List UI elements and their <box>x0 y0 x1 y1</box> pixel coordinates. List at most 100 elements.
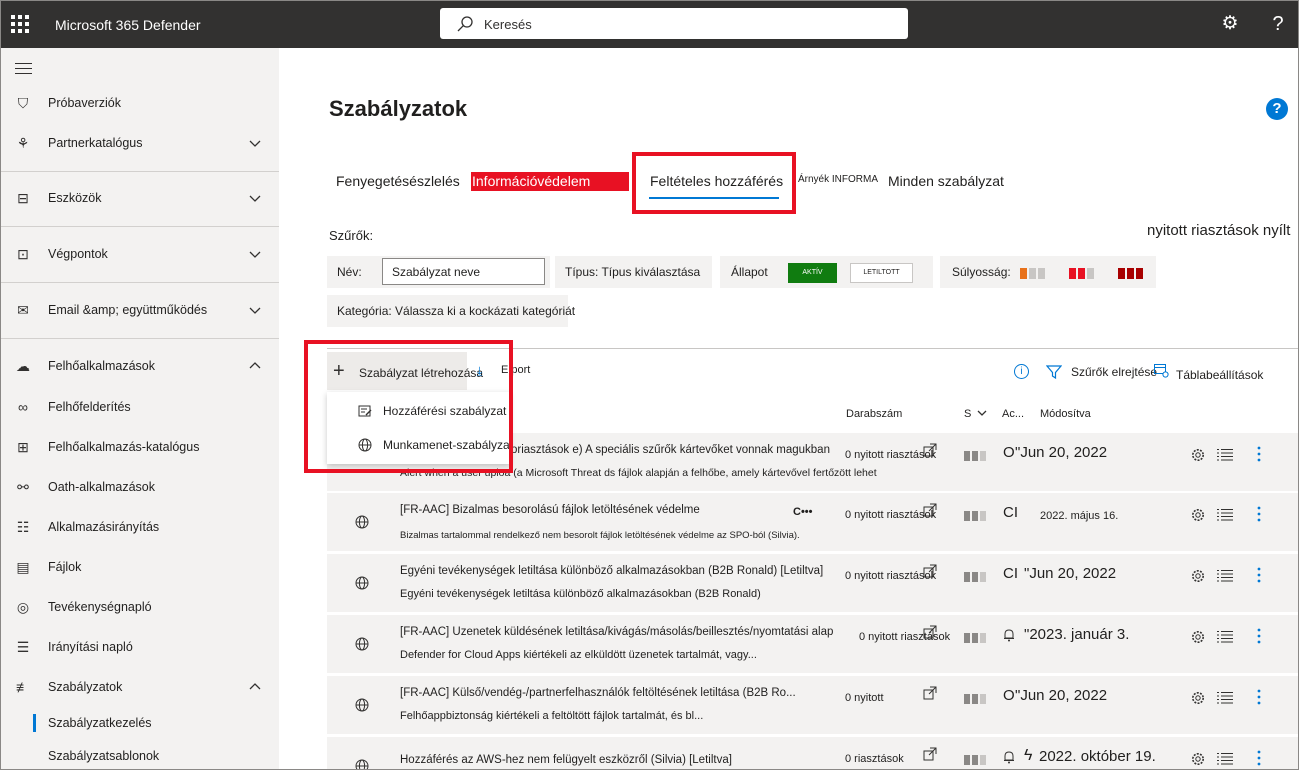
action-value: CI <box>1003 565 1018 582</box>
chevron-down-icon[interactable] <box>249 137 261 149</box>
menu-toggle-icon[interactable] <box>15 63 32 74</box>
sidebar-item-cloud-discovery[interactable]: ∞ Felhőfelderítés <box>1 387 279 427</box>
sidebar-item-policies[interactable]: ≢ Szabályzatok <box>1 667 279 707</box>
column-header-action[interactable]: Ac... <box>1002 408 1024 420</box>
help-circle-icon[interactable]: ? <box>1266 98 1288 120</box>
trial-icon: ⛉ <box>17 95 29 111</box>
column-header-count[interactable]: Darabszám <box>846 408 902 420</box>
more-options-icon[interactable] <box>1257 688 1261 706</box>
policy-title[interactable]: Egyéni tevékenységek letiltása különböző… <box>400 565 843 577</box>
list-icon[interactable] <box>1217 691 1233 704</box>
mail-icon: ✉ <box>17 302 29 318</box>
policy-title[interactable]: oriasztások e) A speciális szűrők kártev… <box>511 444 831 456</box>
sidebar-item-oauth-apps[interactable]: ⚯ Oath-alkalmazások <box>1 467 279 507</box>
open-alerts-link[interactable]: nyitott riasztások nyílt <box>1147 222 1290 239</box>
gear-icon[interactable] <box>1190 507 1206 523</box>
gear-icon[interactable] <box>1190 690 1206 706</box>
gear-icon[interactable] <box>1190 751 1206 767</box>
hide-filters-button[interactable]: Szűrők elrejtése <box>1071 365 1157 379</box>
list-icon[interactable] <box>1217 448 1233 461</box>
type-filter-label: Típus: Típus kiválasztása <box>565 265 701 279</box>
search-input[interactable]: Keresés <box>484 17 532 32</box>
table-settings-button[interactable]: Táblabeállítások <box>1176 368 1263 382</box>
clipboard-icon: ☰ <box>16 639 30 655</box>
more-options-icon[interactable] <box>1257 445 1261 463</box>
gear-icon[interactable] <box>1190 629 1206 645</box>
sidebar-item-governance-log[interactable]: ☰ Irányítási napló <box>1 627 279 667</box>
status-active-chip[interactable]: AKTÍV <box>788 263 837 283</box>
table-row[interactable]: Egyéni tevékenységek letiltása különböző… <box>327 554 1298 612</box>
policy-title[interactable]: [FR-AAC] Üzenetek küldésének letiltása/k… <box>400 626 860 638</box>
sidebar-item-cloud-app-catalog[interactable]: ⊞ Felhőalkalmazás-katalógus <box>1 427 279 467</box>
list-icon[interactable] <box>1217 508 1233 521</box>
sidebar-item-assets[interactable]: ⊟ Eszközök <box>1 178 279 218</box>
oauth-icon: ⚯ <box>17 479 29 495</box>
open-external-icon[interactable] <box>923 747 937 761</box>
gear-icon[interactable] <box>1190 447 1206 463</box>
open-external-icon[interactable] <box>923 443 937 457</box>
app-title: Microsoft 365 Defender <box>55 17 201 33</box>
list-icon[interactable] <box>1217 630 1233 643</box>
table-row[interactable]: [FR-AAC] Bizalmas besorolású fájlok letö… <box>327 493 1298 551</box>
governance-icon: ☷ <box>16 519 30 535</box>
category-filter[interactable]: Kategória: Válassza ki a kockázati kateg… <box>327 295 575 327</box>
open-external-icon[interactable] <box>923 686 937 700</box>
policy-title[interactable]: [FR-AAC] Külső/vendég-/partnerfelhasznál… <box>400 687 843 699</box>
open-external-icon[interactable] <box>923 564 937 578</box>
sidebar-item-app-governance[interactable]: ☷ Alkalmazásirányítás <box>1 507 279 547</box>
sidebar-subitem-policy-management[interactable]: Szabályzatkezelés <box>1 708 279 738</box>
chevron-down-icon[interactable] <box>249 248 261 260</box>
chevron-down-icon[interactable] <box>249 304 261 316</box>
help-icon[interactable]: ? <box>1269 12 1287 36</box>
open-alerts-count[interactable]: 0 nyitott <box>845 692 884 704</box>
sidebar-item-trials[interactable]: ⛉ Próbaverziók <box>1 83 279 123</box>
table-row[interactable]: [FR-AAC] Külső/vendég-/partnerfelhasznál… <box>327 676 1298 734</box>
search-box[interactable]: Keresés <box>440 8 908 39</box>
name-filter-input[interactable]: Szabályzat neve <box>382 258 545 285</box>
column-header-modified[interactable]: Módosítva <box>1040 408 1091 420</box>
more-options-icon[interactable] <box>1257 627 1261 645</box>
sidebar-item-partner-catalog[interactable]: ⚘ Partnerkatalógus <box>1 123 279 163</box>
list-icon[interactable] <box>1217 569 1233 582</box>
severity-medium-chip[interactable] <box>1069 268 1094 279</box>
sidebar-item-cloud-apps[interactable]: ☁ Felhőalkalmazások <box>1 346 279 386</box>
info-icon[interactable]: i <box>1014 364 1029 379</box>
more-options-icon[interactable] <box>1257 505 1261 523</box>
open-external-icon[interactable] <box>923 625 937 639</box>
severity-low-chip[interactable] <box>1020 268 1045 279</box>
sidebar-item-files[interactable]: ▤ Fájlok <box>1 547 279 587</box>
chevron-up-icon[interactable] <box>249 681 261 693</box>
table-settings-icon[interactable] <box>1154 364 1169 378</box>
column-header-severity[interactable]: S <box>964 408 971 420</box>
sidebar-subitem-policy-templates[interactable]: Szabályzatsablonok <box>1 741 279 769</box>
open-external-icon[interactable] <box>923 503 937 517</box>
sort-chevron-icon[interactable] <box>977 409 987 417</box>
chevron-up-icon[interactable] <box>249 360 261 372</box>
app-launcher-icon[interactable] <box>11 15 29 33</box>
filter-icon[interactable] <box>1046 364 1062 380</box>
settings-gear-icon[interactable]: ⚙ <box>1220 14 1240 34</box>
sidebar-item-endpoints[interactable]: ⊡ Végpontok <box>1 234 279 274</box>
chevron-down-icon[interactable] <box>249 192 261 204</box>
tab-shadow-it[interactable]: Árnyék INFORMA <box>798 174 878 185</box>
list-icon[interactable] <box>1217 752 1233 765</box>
more-options-icon[interactable] <box>1257 566 1261 584</box>
filters-label: Szűrők: <box>329 228 374 243</box>
table-row[interactable]: [FR-AAC] Üzenetek küldésének letiltása/k… <box>327 615 1298 673</box>
severity-high-chip[interactable] <box>1118 268 1143 279</box>
sidebar-item-activity-log[interactable]: ◎ Tevékenységnapló <box>1 587 279 627</box>
more-options-icon[interactable] <box>1257 749 1261 767</box>
tab-all-policies[interactable]: Minden szabályzat <box>888 173 1004 189</box>
globe-policy-icon <box>355 515 369 529</box>
type-filter[interactable]: Típus: Típus kiválasztása <box>555 256 712 288</box>
sidebar-item-email[interactable]: ✉ Email &amp; együttműködés <box>1 290 279 330</box>
tab-threat-detection[interactable]: Fenyegetésészlelés <box>336 173 460 189</box>
open-alerts-count[interactable]: 0 riasztások <box>845 753 904 765</box>
table-row[interactable]: Hozzáférés az AWS-hez nem felügyelt eszk… <box>327 737 1298 769</box>
endpoints-icon: ⊡ <box>17 246 29 262</box>
tab-information-protection[interactable]: Információvédelem <box>471 172 629 191</box>
policy-title[interactable]: [FR-AAC] Bizalmas besorolású fájlok letö… <box>400 504 700 516</box>
status-disabled-chip[interactable]: LETILTOTT <box>850 263 913 283</box>
gear-icon[interactable] <box>1190 568 1206 584</box>
policy-title[interactable]: Hozzáférés az AWS-hez nem felügyelt eszk… <box>400 754 843 766</box>
